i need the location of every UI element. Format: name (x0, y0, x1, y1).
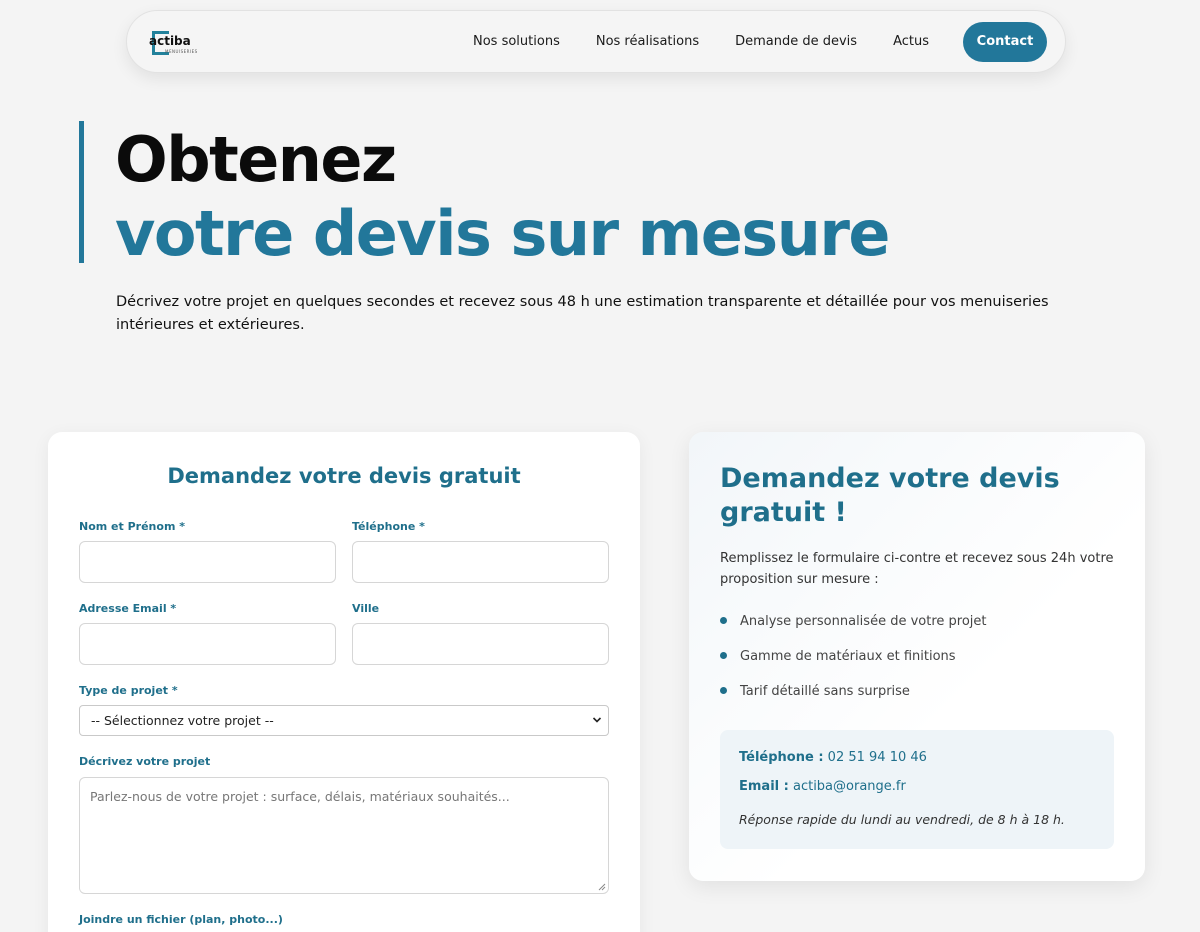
description-placeholder: Parlez-nous de votre projet : surface, d… (90, 789, 510, 804)
phone-info-value[interactable]: 02 51 94 10 46 (828, 750, 927, 765)
file-label: Joindre un fichier (plan, photo...) (79, 913, 283, 926)
description-textarea[interactable]: Parlez-nous de votre projet : surface, d… (79, 777, 609, 894)
name-input[interactable] (79, 541, 336, 583)
nav-link-realisations[interactable]: Nos réalisations (596, 34, 699, 49)
city-input[interactable] (352, 623, 609, 665)
nav-link-solutions[interactable]: Nos solutions (473, 34, 560, 49)
bullet-dot-icon (720, 652, 727, 659)
project-type-label: Type de projet * (79, 684, 178, 697)
hero-title-line2: votre devis sur mesure (115, 197, 890, 270)
bullet-dot-icon (720, 617, 727, 624)
project-type-select[interactable]: -- Sélectionnez votre projet -- (79, 705, 609, 736)
contact-info-box: Téléphone : 02 51 94 10 46 Email : actib… (720, 730, 1114, 849)
nav-links: Nos solutions Nos réalisations Demande d… (473, 11, 1047, 72)
hero-description: Décrivez votre projet en quelques second… (116, 294, 1049, 333)
email-line: Email : actiba@orange.fr (739, 779, 906, 794)
phone-line: Téléphone : 02 51 94 10 46 (739, 750, 927, 765)
name-label: Nom et Prénom * (79, 520, 185, 533)
list-item: Gamme de matériaux et finitions (720, 649, 956, 664)
email-input[interactable] (79, 623, 336, 665)
hero-accent-bar (79, 121, 84, 263)
project-type-value: -- Sélectionnez votre projet -- (91, 713, 274, 728)
form-title: Demandez votre devis gratuit (167, 464, 521, 488)
list-item: Tarif détaillé sans surprise (720, 684, 910, 699)
email-label: Adresse Email * (79, 602, 177, 615)
list-item: Analyse personnalisée de votre projet (720, 614, 987, 629)
contact-button[interactable]: Contact (963, 21, 1047, 62)
city-label: Ville (352, 602, 380, 615)
logo-text: actiba (149, 34, 191, 48)
info-card: Demandez votre devis gratuit ! Remplisse… (689, 432, 1145, 881)
chevron-down-icon (592, 717, 602, 723)
phone-info-label: Téléphone : (739, 750, 824, 765)
bullet-dot-icon (720, 687, 727, 694)
top-navbar: actiba MENUISERIES Nos solutions Nos réa… (126, 10, 1066, 73)
email-info-value[interactable]: actiba@orange.fr (793, 779, 906, 794)
email-info-label: Email : (739, 779, 789, 794)
info-description: Remplissez le formulaire ci-contre et re… (720, 551, 1114, 587)
phone-input[interactable] (352, 541, 609, 583)
info-title: Demandez votre devis gratuit ! (720, 463, 1060, 528)
phone-label: Téléphone * (352, 520, 425, 533)
nav-link-devis[interactable]: Demande de devis (735, 34, 857, 49)
quote-form-card: Demandez votre devis gratuit Nom et Prén… (48, 432, 640, 932)
actiba-logo[interactable]: actiba MENUISERIES (149, 28, 197, 58)
nav-link-actus[interactable]: Actus (893, 34, 929, 49)
description-label: Décrivez votre projet (79, 755, 211, 768)
resize-grip-icon[interactable] (598, 883, 606, 891)
bullet-text: Gamme de matériaux et finitions (740, 649, 956, 664)
response-note: Réponse rapide du lundi au vendredi, de … (739, 812, 1065, 827)
bullet-text: Analyse personnalisée de votre projet (740, 614, 987, 629)
hero-title-line1: Obtenez (115, 123, 397, 196)
bullet-text: Tarif détaillé sans surprise (740, 684, 910, 699)
logo-subtext: MENUISERIES (165, 49, 198, 54)
